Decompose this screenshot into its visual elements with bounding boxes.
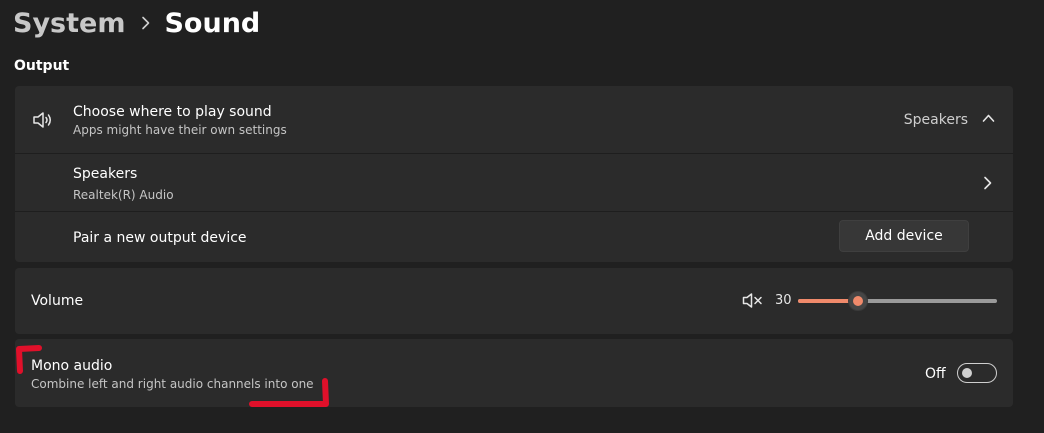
volume-slider-thumb[interactable] [847, 291, 868, 311]
speakers-subtitle: Realtek(R) Audio [73, 188, 174, 202]
output-card: Choose where to play sound Apps might ha… [15, 86, 1013, 262]
choose-output-title: Choose where to play sound [73, 104, 272, 120]
page-title: Sound [164, 7, 261, 39]
mono-audio-state: Off [925, 366, 946, 382]
choose-output-row[interactable]: Choose where to play sound Apps might ha… [15, 86, 1013, 153]
chevron-up-icon[interactable] [982, 113, 995, 123]
add-device-button[interactable]: Add device [839, 220, 969, 252]
mono-audio-title: Mono audio [31, 358, 113, 374]
speakers-device-row[interactable]: Speakers Realtek(R) Audio [15, 154, 1013, 211]
volume-value: 30 [775, 293, 792, 308]
breadcrumb-separator-icon [141, 16, 151, 30]
choose-output-subtitle: Apps might have their own settings [73, 123, 287, 137]
pair-device-row: Pair a new output device Add device [15, 212, 1013, 262]
volume-slider[interactable] [798, 291, 997, 311]
toggle-knob [962, 368, 972, 378]
speaker-icon [33, 112, 51, 128]
pair-device-title: Pair a new output device [73, 230, 247, 246]
selected-output-device: Speakers [903, 112, 968, 128]
breadcrumb: System Sound [13, 3, 260, 43]
mono-audio-card: Mono audio Combine left and right audio … [15, 339, 1013, 407]
volume-mute-icon[interactable] [742, 292, 764, 309]
mono-audio-toggle[interactable] [957, 363, 997, 383]
breadcrumb-system[interactable]: System [13, 8, 125, 39]
volume-card: Volume 30 [15, 268, 1013, 334]
volume-title: Volume [31, 293, 84, 309]
chevron-right-icon[interactable] [983, 176, 993, 190]
speakers-title: Speakers [73, 166, 138, 182]
sound-settings-page: System Sound Output Choose where to play… [0, 0, 1044, 433]
mono-audio-subtitle: Combine left and right audio channels in… [31, 377, 314, 391]
section-title-output: Output [14, 58, 70, 74]
